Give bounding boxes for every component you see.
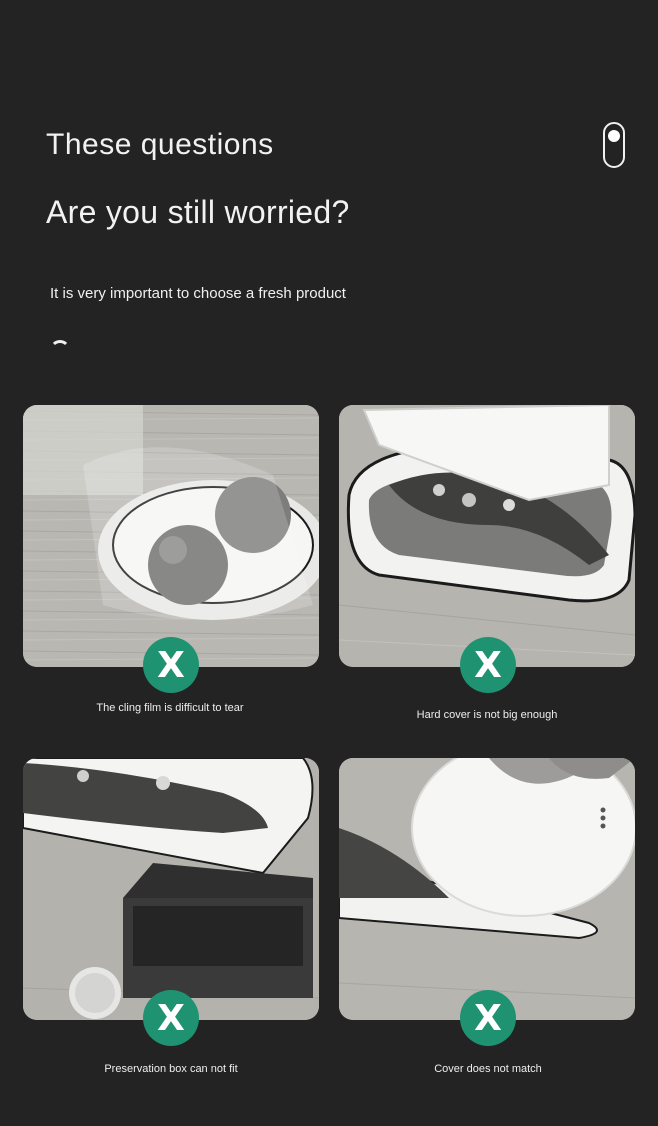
x-mark-icon: X	[460, 990, 516, 1046]
page-title-line-1: These questions	[46, 128, 274, 161]
problem-image-hard-cover	[339, 405, 635, 667]
page-subtitle: It is very important to choose a fresh p…	[50, 285, 346, 302]
x-mark-icon: X	[143, 637, 199, 693]
problem-image-cling-film	[23, 405, 319, 667]
loading-arc-icon	[50, 340, 70, 360]
problem-image-preservation-box	[23, 758, 319, 1020]
problem-image-round-cover	[339, 758, 635, 1020]
caption-cling-film: The cling film is difficult to tear	[96, 702, 244, 714]
x-mark-icon: X	[143, 990, 199, 1046]
toggle-switch-icon	[603, 122, 625, 168]
caption-hard-cover: Hard cover is not big enough	[416, 709, 558, 721]
caption-preservation-box: Preservation box can not fit	[104, 1063, 238, 1075]
page-title-line-2: Are you still worried?	[46, 194, 350, 230]
caption-cover-mismatch: Cover does not match	[434, 1063, 542, 1075]
x-mark-icon: X	[460, 637, 516, 693]
